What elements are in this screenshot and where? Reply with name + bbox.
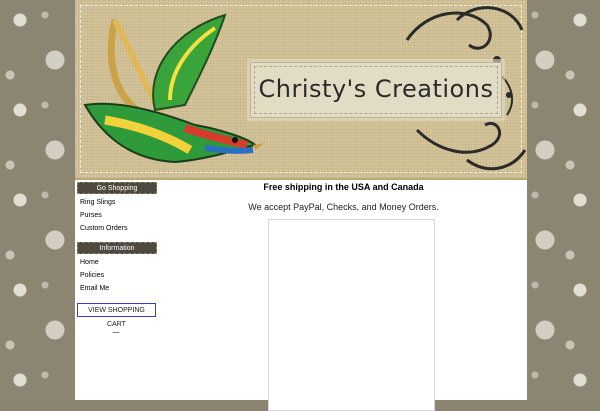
sidebar-link-home[interactable]: Home (80, 256, 157, 269)
shipping-notice: Free shipping in the USA and Canada (263, 182, 424, 192)
swallow-bird-icon (83, 13, 265, 164)
sidebar-link-purses[interactable]: Purses (80, 209, 157, 222)
sidebar-link-email-me[interactable]: Email Me (80, 282, 157, 295)
embedded-content-frame[interactable] (268, 219, 435, 411)
site-header: Christy's Creations (75, 0, 527, 180)
info-links: Home Policies Email Me (80, 256, 157, 295)
view-cart-button[interactable]: VIEW SHOPPING CART (77, 303, 156, 328)
info-section-header: Information (77, 242, 157, 254)
main-content: Free shipping in the USA and Canada We a… (160, 182, 527, 411)
title-plate: Christy's Creations (250, 62, 502, 118)
sidebar-link-ring-slings[interactable]: Ring Slings (80, 196, 157, 209)
shop-section-header: Go Shopping (77, 182, 157, 194)
sidebar-link-custom-orders[interactable]: Custom Orders (80, 222, 157, 235)
payment-notice: We accept PayPal, Checks, and Money Orde… (248, 202, 439, 212)
sidebar-link-policies[interactable]: Policies (80, 269, 157, 282)
site-title: Christy's Creations (258, 75, 494, 103)
sidebar-footer-mark: — (112, 329, 120, 336)
sidebar: Go Shopping Ring Slings Purses Custom Or… (75, 182, 157, 336)
shop-links: Ring Slings Purses Custom Orders (80, 196, 157, 235)
